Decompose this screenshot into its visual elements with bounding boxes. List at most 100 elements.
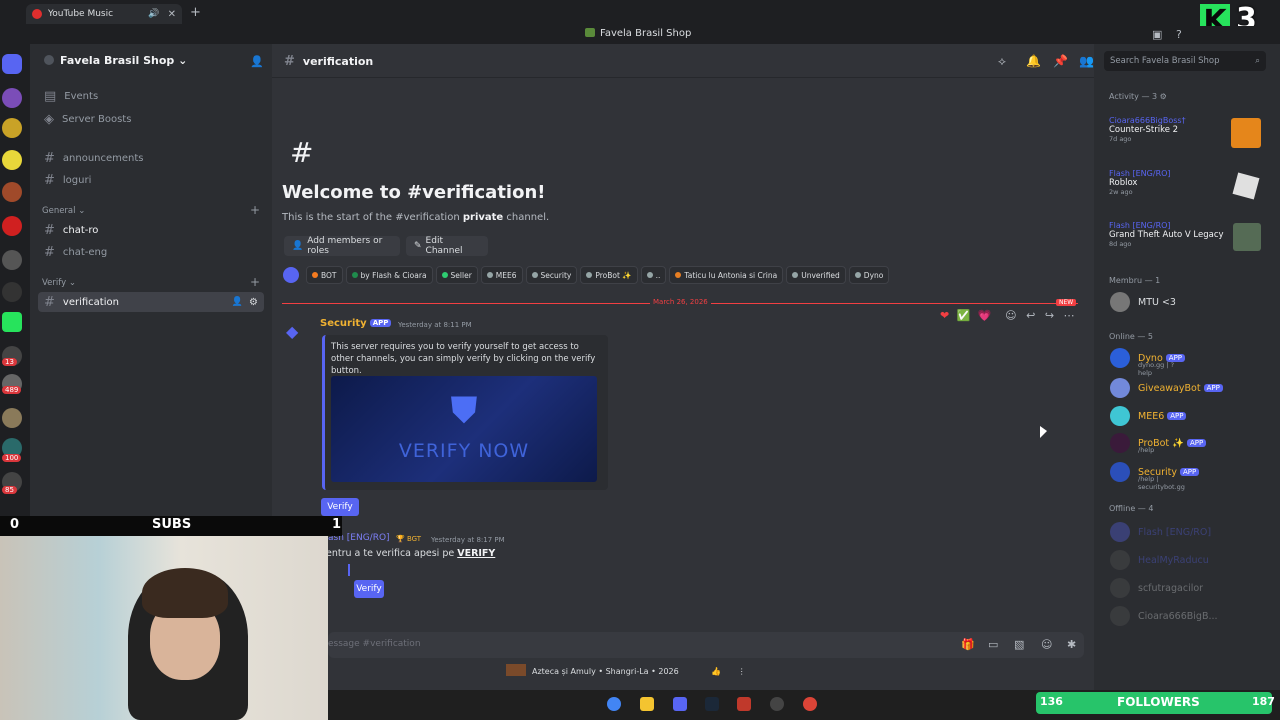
category-verify[interactable]: Verify ⌄ <box>42 278 76 288</box>
activity-card[interactable]: Cioara666BigBoss† Counter-Strike 2 7d ag… <box>1109 116 1269 148</box>
avatar <box>1110 378 1130 398</box>
search-input[interactable]: Search Favela Brasil Shop ⌕ <box>1104 51 1266 71</box>
app-icon[interactable] <box>770 697 784 711</box>
server-icon[interactable] <box>2 282 22 302</box>
create-channel-icon[interactable]: + <box>250 275 260 289</box>
member-item[interactable]: GiveawayBot APP <box>1110 378 1223 398</box>
hash-icon: # <box>44 244 55 260</box>
emoji-icon[interactable]: ☺ <box>1041 638 1052 651</box>
app-icon[interactable] <box>737 697 751 711</box>
apps-icon[interactable]: ✱ <box>1067 638 1076 651</box>
online-header: Online — 5 <box>1109 332 1153 341</box>
member-item[interactable]: Flash [ENG/RO] <box>1110 522 1211 542</box>
reaction-check[interactable]: ✅ <box>957 309 971 322</box>
member-item[interactable]: Security APP/help | securitybot.gg <box>1110 462 1200 491</box>
chrome-icon[interactable] <box>803 697 817 711</box>
activity-card[interactable]: Flash [ENG/RO] Grand Theft Auto V Legacy… <box>1109 221 1269 251</box>
gear-icon[interactable]: ⚙ <box>249 297 258 308</box>
role-tag[interactable]: MEE6 <box>480 266 523 284</box>
app-badge: APP <box>1186 439 1207 447</box>
sticker-icon[interactable]: ▧ <box>1014 638 1024 651</box>
server-icon[interactable] <box>2 182 22 202</box>
threads-icon[interactable]: ⟡ <box>998 54 1006 69</box>
server-name-dropdown[interactable]: Favela Brasil Shop ⌄ <box>44 54 187 67</box>
member-item[interactable]: ProBot ✨ APP/help <box>1110 433 1207 454</box>
invite-icon[interactable]: 👤 <box>232 297 243 307</box>
speaker-icon[interactable]: 🔊 <box>148 9 159 19</box>
member-item[interactable]: MEE6 APP <box>1110 406 1187 426</box>
embed-stub <box>348 564 428 576</box>
close-icon[interactable]: ✕ <box>168 9 176 20</box>
member-item[interactable]: HealMyRaducu <box>1110 550 1209 570</box>
activity-card[interactable]: Flash [ENG/RO] Roblox 2w ago <box>1109 169 1269 200</box>
server-icon[interactable] <box>2 312 22 332</box>
role-tag[interactable]: Seller <box>435 266 478 284</box>
pin-icon[interactable]: 📌 <box>1053 54 1068 68</box>
message-author[interactable]: Security APP <box>320 318 392 329</box>
sidebar-item-events[interactable]: ▤ Events <box>38 86 264 106</box>
discord-home-icon[interactable] <box>2 54 22 74</box>
membru-header: Membru — 1 <box>1109 276 1161 285</box>
verify-button[interactable]: Verify <box>321 498 359 516</box>
message-timestamp: Yesterday at 8:11 PM <box>398 321 472 329</box>
server-icon[interactable] <box>2 88 22 108</box>
channel-loguri[interactable]: # loguri <box>38 170 264 190</box>
role-tag[interactable]: by Flash & Cioara <box>345 266 433 284</box>
reaction-pink-heart[interactable]: 💗 <box>978 309 992 322</box>
new-tab-button[interactable]: + <box>190 5 201 20</box>
hash-icon: # <box>44 150 55 166</box>
mention-badge: 489 <box>2 386 22 394</box>
folder-icon[interactable] <box>640 697 654 711</box>
role-tag[interactable]: Security <box>525 266 578 284</box>
role-tag[interactable]: BOT <box>306 266 343 284</box>
role-tag[interactable]: Taticu lu Antonia si Crina <box>669 266 784 284</box>
member-item[interactable]: MTU <3 <box>1110 292 1176 312</box>
edit-channel-button[interactable]: ✎ Edit Channel <box>406 236 488 256</box>
role-tag[interactable]: Unverified <box>786 266 846 284</box>
streamer-hair <box>142 568 228 618</box>
server-icon[interactable] <box>2 408 22 428</box>
members-icon[interactable]: 👥 <box>1079 54 1094 68</box>
role-tag[interactable]: ProBot ✨ <box>580 266 638 284</box>
server-icon[interactable] <box>2 150 22 170</box>
member-item[interactable]: scfutragacilor <box>1110 578 1203 598</box>
member-item[interactable]: Cioara666BigB... <box>1110 606 1218 626</box>
member-item[interactable]: Dyno APP dyno.gg | ?help <box>1110 348 1186 377</box>
role-dot <box>792 272 799 278</box>
sidebar-item-server-boosts[interactable]: ◈ Server Boosts <box>38 109 264 129</box>
bell-icon[interactable]: 🔔 <box>1026 54 1041 68</box>
channel-chat-ro[interactable]: # chat-ro <box>38 220 264 240</box>
verify-button[interactable]: Verify <box>354 580 384 598</box>
gift-icon[interactable]: 🎁 <box>961 638 975 651</box>
category-general[interactable]: General ⌄ <box>42 206 85 216</box>
help-icon[interactable]: ? <box>1176 28 1182 41</box>
forward-icon[interactable]: ↪ <box>1045 309 1054 322</box>
create-channel-icon[interactable]: + <box>250 203 260 217</box>
add-reaction-icon[interactable]: ☺ <box>1005 309 1016 322</box>
invite-icon[interactable]: 👤 <box>250 55 264 68</box>
security-avatar[interactable]: ◆ <box>286 322 306 342</box>
steam-icon[interactable] <box>705 697 719 711</box>
discord-icon[interactable] <box>673 697 687 711</box>
thumbs-up-icon[interactable]: 👍 <box>711 667 721 676</box>
role-tag[interactable]: Dyno <box>848 266 890 284</box>
reaction-heart[interactable]: ❤ <box>940 309 949 322</box>
chrome-icon[interactable] <box>607 697 621 711</box>
server-icon[interactable] <box>2 250 22 270</box>
channel-chat-eng[interactable]: # chat-eng <box>38 242 264 262</box>
add-members-button[interactable]: 👤 Add members or roles <box>284 236 400 256</box>
gif-icon[interactable]: ▭ <box>988 638 998 651</box>
more-icon[interactable]: ⋯ <box>1064 309 1075 322</box>
tab-youtube-music[interactable]: YouTube Music 🔊 ✕ <box>26 4 182 24</box>
more-icon[interactable]: ⋮ <box>738 667 746 676</box>
role-tag[interactable]: .. <box>640 266 667 284</box>
server-icon[interactable] <box>2 216 22 236</box>
channel-announcements[interactable]: # announcements <box>38 148 264 168</box>
server-icon[interactable] <box>2 118 22 138</box>
inbox-icon[interactable]: ▣ <box>1152 28 1162 41</box>
avatar <box>1110 406 1130 426</box>
reply-icon[interactable]: ↩ <box>1026 309 1035 322</box>
avatar <box>283 267 299 283</box>
channel-verification[interactable]: # verification 👤 ⚙ <box>38 292 264 312</box>
subs-label: SUBS <box>152 517 192 532</box>
